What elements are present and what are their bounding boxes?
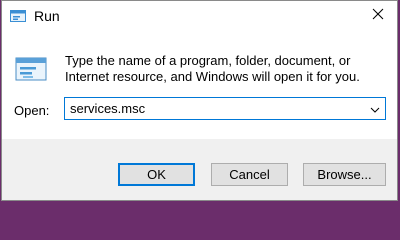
button-bar: OK Cancel Browse... — [2, 139, 397, 200]
dialog-content: Type the name of a program, folder, docu… — [2, 31, 397, 139]
open-combobox[interactable] — [64, 97, 386, 120]
open-label: Open: — [14, 103, 50, 118]
run-app-icon — [10, 9, 26, 23]
ok-button[interactable]: OK — [118, 163, 195, 186]
dropdown-button[interactable] — [365, 98, 385, 119]
window-title: Run — [34, 8, 60, 24]
run-program-icon — [15, 53, 47, 85]
dialog-description: Type the name of a program, folder, docu… — [65, 53, 360, 84]
run-dialog: Run Type the name of a program, folder, … — [1, 0, 398, 201]
browse-button[interactable]: Browse... — [303, 163, 386, 186]
open-input[interactable] — [65, 98, 361, 119]
chevron-down-icon — [370, 100, 380, 118]
close-button[interactable] — [365, 3, 391, 29]
title-bar[interactable]: Run — [2, 1, 397, 31]
close-icon — [372, 7, 384, 25]
cancel-button[interactable]: Cancel — [211, 163, 288, 186]
